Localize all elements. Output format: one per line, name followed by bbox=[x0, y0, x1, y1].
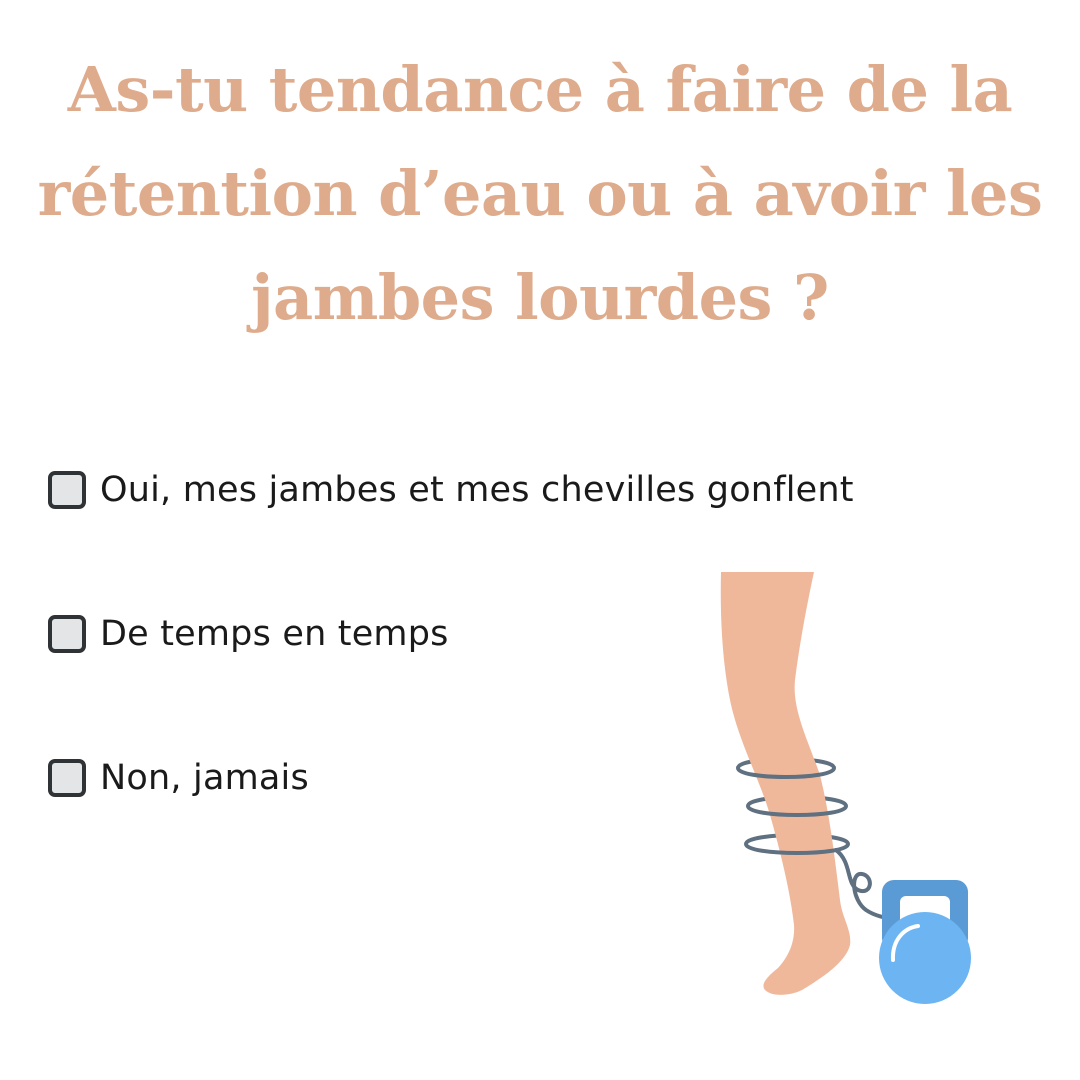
checkbox-icon[interactable] bbox=[48, 615, 86, 653]
option-never[interactable]: Non, jamais bbox=[48, 748, 309, 808]
question-line-1: As-tu tendance à faire de la bbox=[67, 53, 1013, 126]
option-label: Non, jamais bbox=[100, 758, 309, 798]
leg-with-kettlebell-icon bbox=[720, 572, 971, 1004]
kettlebell-icon bbox=[879, 880, 971, 1004]
leg-icon bbox=[720, 572, 851, 995]
question-title: As-tu tendance à faire de la rétention d… bbox=[20, 38, 1060, 350]
option-label: Oui, mes jambes et mes chevilles gonflen… bbox=[100, 470, 854, 510]
question-line-2: rétention d’eau ou à avoir les bbox=[37, 157, 1043, 230]
checkbox-icon[interactable] bbox=[48, 471, 86, 509]
option-yes[interactable]: Oui, mes jambes et mes chevilles gonflen… bbox=[48, 460, 854, 520]
question-line-3: jambes lourdes ? bbox=[251, 261, 829, 334]
checkbox-icon[interactable] bbox=[48, 759, 86, 797]
option-sometimes[interactable]: De temps en temps bbox=[48, 604, 449, 664]
option-label: De temps en temps bbox=[100, 614, 449, 654]
quiz-card: As-tu tendance à faire de la rétention d… bbox=[0, 0, 1080, 1080]
